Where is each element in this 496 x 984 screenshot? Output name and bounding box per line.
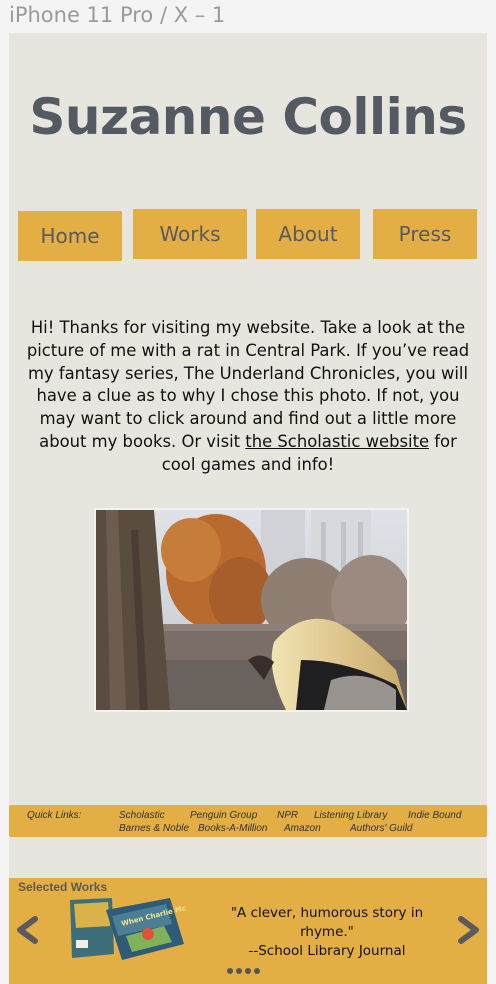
pagination-dot[interactable] — [227, 968, 233, 974]
pagination-dot[interactable] — [254, 968, 260, 974]
site-title: Suzanne Collins — [29, 88, 467, 146]
quote-text: "A clever, humorous story in rhyme." — [230, 905, 424, 940]
book-cover-image[interactable]: When Charlie McButton Lost Power — [66, 896, 186, 962]
quick-link-penguin-group[interactable]: Penguin Group — [190, 810, 257, 821]
quick-links-label: Quick Links: — [27, 810, 82, 821]
review-quote: "A clever, humorous story in rhyme." --S… — [227, 904, 427, 961]
nav-home-button[interactable]: Home — [18, 211, 122, 261]
quick-link-listening-library[interactable]: Listening Library — [314, 810, 387, 821]
next-arrow-icon[interactable] — [457, 916, 481, 944]
quick-links-bar: Quick Links: Scholastic Penguin Group NP… — [9, 805, 487, 837]
quick-link-npr[interactable]: NPR — [277, 810, 298, 821]
pagination-dot[interactable] — [236, 968, 242, 974]
nav-works-button[interactable]: Works — [133, 209, 247, 259]
author-photo — [94, 508, 409, 712]
quick-link-amazon[interactable]: Amazon — [284, 823, 321, 834]
quote-source: --School Library Journal — [248, 943, 406, 959]
pagination-dot[interactable] — [245, 968, 251, 974]
artboard-label: iPhone 11 Pro / X – 1 — [9, 3, 226, 27]
quick-link-barnes-noble[interactable]: Barnes & Noble — [119, 823, 189, 834]
quick-link-scholastic[interactable]: Scholastic — [119, 810, 165, 821]
previous-arrow-icon[interactable] — [15, 916, 39, 944]
selected-works-carousel: Selected Works When Charlie McButton Los… — [9, 878, 487, 984]
quick-link-books-a-million[interactable]: Books-A-Million — [198, 823, 267, 834]
scholastic-website-link[interactable]: the Scholastic website — [245, 432, 429, 451]
selected-works-title: Selected Works — [18, 880, 108, 894]
page: Suzanne Collins Home Works About Press H… — [9, 33, 487, 984]
quick-link-indie-bound[interactable]: Indie Bound — [408, 810, 461, 821]
nav-press-button[interactable]: Press — [373, 209, 477, 259]
intro-text: Hi! Thanks for visiting my website. Take… — [25, 317, 471, 477]
carousel-pagination — [227, 968, 260, 974]
nav-about-button[interactable]: About — [256, 209, 360, 259]
quick-link-authors-guild[interactable]: Authors' Guild — [350, 823, 413, 834]
